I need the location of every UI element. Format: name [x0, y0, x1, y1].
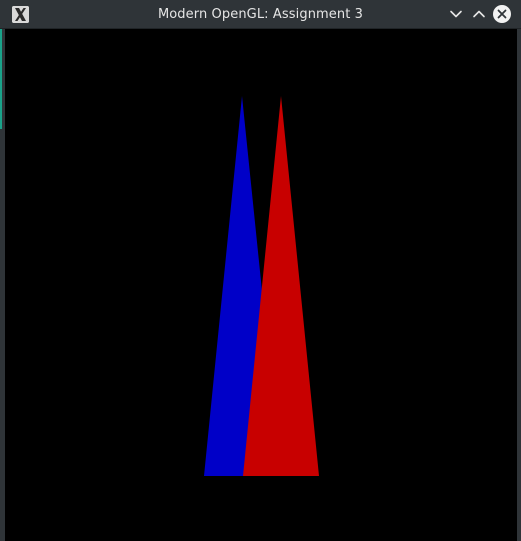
opengl-canvas[interactable] [5, 29, 517, 541]
scene-svg [5, 29, 517, 541]
chevron-down-icon[interactable] [446, 4, 466, 24]
application-window: Modern OpenGL: Assignment 3 [0, 0, 521, 541]
window-title: Modern OpenGL: Assignment 3 [157, 7, 364, 22]
chevron-up-icon[interactable] [469, 4, 489, 24]
close-icon[interactable] [492, 4, 512, 24]
title-bar[interactable]: Modern OpenGL: Assignment 3 [0, 0, 521, 29]
window-edge-accent [0, 29, 2, 129]
